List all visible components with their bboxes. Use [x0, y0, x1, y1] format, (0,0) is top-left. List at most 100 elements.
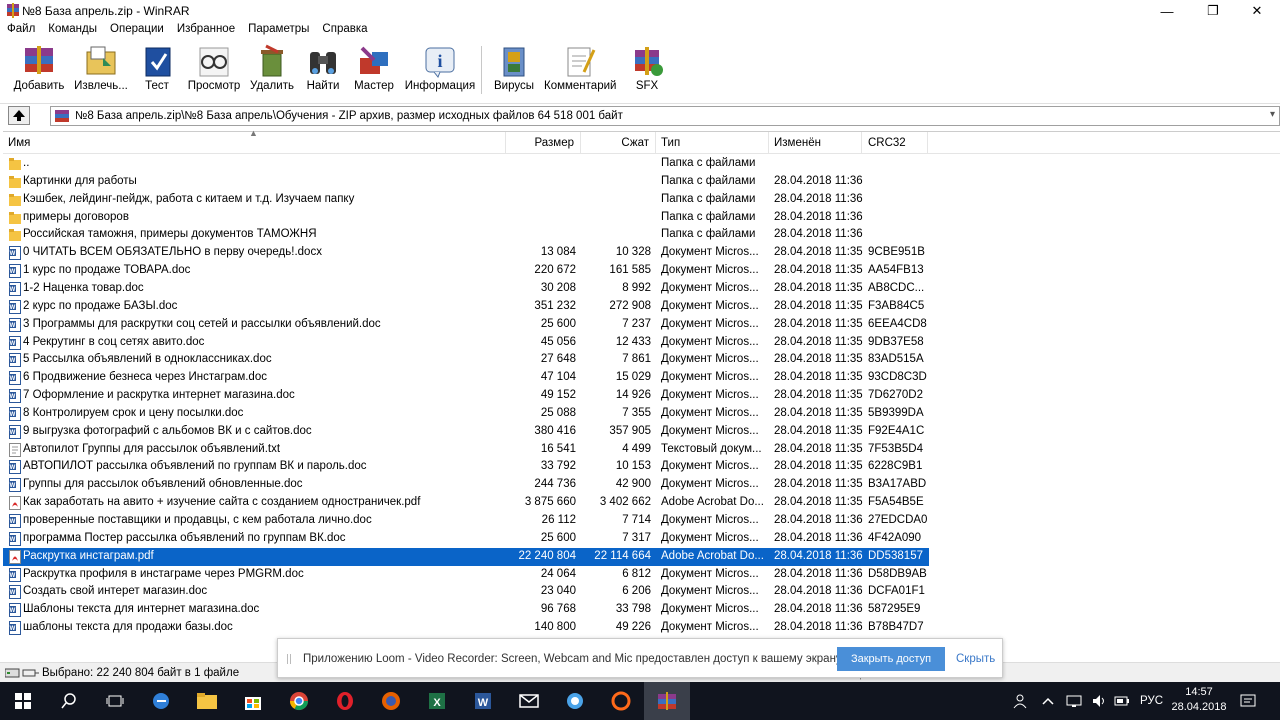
task-view-button[interactable]: [92, 682, 138, 720]
word-doc-icon: W: [9, 567, 21, 582]
table-row[interactable]: W 8 Контролируем срок и цену посылки.doc 2…: [3, 405, 929, 423]
up-folder-button[interactable]: [8, 106, 30, 125]
tray-notifications[interactable]: [1240, 682, 1262, 720]
table-row[interactable]: Wпрограмма Постер рассылка объявлений по…: [3, 530, 929, 548]
table-row[interactable]: Как заработать на авито + изучение сайта…: [3, 494, 929, 512]
table-row[interactable]: W 1 курс по продаже ТОВАРА.doc 220 672 161 …: [3, 262, 929, 280]
taskbar-edge[interactable]: [138, 682, 184, 720]
file-name: 4 Рекрутинг в соц сетях авито.doc: [23, 335, 205, 348]
table-row[interactable]: .. Папка с файлами: [3, 155, 929, 173]
column-size[interactable]: Размер: [506, 132, 581, 154]
menu-options[interactable]: Параметры: [241, 22, 315, 35]
table-row[interactable]: W 2 курс по продаже БАЗЫ.doc 351 232 272 90…: [3, 298, 929, 316]
table-row[interactable]: W Создать свой интерет магазин.doc 23 040 6…: [3, 583, 929, 601]
table-row[interactable]: W АВТОПИЛОТ рассылка объявлений по группа…: [3, 458, 929, 476]
table-row-selected[interactable]: Раскрутка инстаграм.pdf 22 240 804 22 114 …: [3, 547, 929, 566]
add-button[interactable]: Добавить: [12, 44, 66, 98]
list-header: Имя Размер Сжат Тип Изменён CRC32 ▲: [3, 128, 1280, 154]
menu-operations[interactable]: Операции: [103, 22, 170, 35]
stop-sharing-button[interactable]: Закрыть доступ: [837, 647, 945, 671]
file-list[interactable]: Имя Размер Сжат Тип Изменён CRC32 ▲ .. Па…: [3, 128, 1280, 659]
start-button[interactable]: [0, 682, 46, 720]
info-button[interactable]: i Информация: [404, 44, 476, 98]
extract-button[interactable]: Извлечь...: [72, 44, 130, 98]
file-size: 49 152: [540, 389, 576, 402]
tray-battery[interactable]: [1114, 682, 1136, 720]
word-doc-icon: W: [9, 264, 21, 279]
test-button[interactable]: Тест: [138, 44, 176, 98]
taskbar-app-blue[interactable]: [552, 682, 598, 720]
virus-scan-button[interactable]: Вирусы: [492, 44, 536, 98]
taskbar-opera[interactable]: [322, 682, 368, 720]
table-row[interactable]: W Раскрутка профиля в инстаграме через PM…: [3, 566, 929, 584]
menu-favorites[interactable]: Избранное: [170, 22, 241, 35]
taskbar-app-orange[interactable]: [598, 682, 644, 720]
search-button[interactable]: [46, 682, 92, 720]
table-row[interactable]: W 6 Продвижение безнеса через Инстаграм.d…: [3, 369, 929, 387]
file-size: 27 648: [540, 353, 576, 366]
table-row[interactable]: Автопилот Группы для рассылок объявлений…: [3, 441, 929, 459]
tray-language[interactable]: РУС: [1140, 682, 1166, 720]
table-row[interactable]: Wпроверенные поставщики и продавцы, с ке…: [3, 512, 929, 530]
file-modified: 28.04.2018 11:35: [774, 442, 863, 455]
file-packed-size: 12 433: [615, 335, 651, 348]
taskbar-chrome[interactable]: [276, 682, 322, 720]
menu-commands[interactable]: Команды: [41, 22, 103, 35]
table-row[interactable]: Кэшбек, лейдинг-пейдж, работа с китаем и…: [3, 191, 929, 209]
winrar-app-icon: [7, 3, 19, 18]
wizard-button[interactable]: Мастер: [352, 44, 396, 98]
taskbar-clock[interactable]: 14:57 28.04.2018: [1166, 685, 1232, 715]
column-crc[interactable]: CRC32: [862, 132, 928, 154]
table-row[interactable]: W 1-2 Наценка товар.doc 30 208 8 992 Докумен…: [3, 280, 929, 298]
column-modified[interactable]: Изменён: [769, 132, 862, 154]
find-button[interactable]: Найти: [302, 44, 344, 98]
table-row[interactable]: W 9 выгрузка фотографий с альбомов ВК и с…: [3, 423, 929, 441]
table-row[interactable]: W 7 Оформление и раскрутка интернет магаз…: [3, 387, 929, 405]
menu-help[interactable]: Справка: [315, 22, 373, 35]
minimize-button[interactable]: —: [1144, 0, 1190, 22]
table-row[interactable]: W 5 Рассылка объявлений в одноклассниках.…: [3, 351, 929, 369]
taskbar-firefox[interactable]: [368, 682, 414, 720]
file-crc: 7D6270D2: [868, 389, 923, 402]
chevron-down-icon[interactable]: ▾: [1270, 109, 1275, 120]
maximize-button[interactable]: ❐: [1190, 0, 1236, 22]
taskbar-excel[interactable]: X: [414, 682, 460, 720]
taskbar-winrar[interactable]: [644, 682, 690, 720]
taskbar-word[interactable]: W: [460, 682, 506, 720]
chevron-up-icon: [1042, 697, 1054, 705]
close-button[interactable]: ✕: [1234, 0, 1280, 22]
tray-volume[interactable]: [1092, 682, 1114, 720]
file-type: Документ Micros...: [661, 353, 759, 366]
table-row[interactable]: W Шаблоны текста для интернет магазина.do…: [3, 601, 929, 619]
column-type[interactable]: Тип: [656, 132, 769, 154]
delete-button[interactable]: Удалить: [248, 44, 296, 98]
comment-button[interactable]: Комментарий: [544, 44, 616, 98]
tray-chevron-up[interactable]: [1042, 682, 1062, 720]
column-packed[interactable]: Сжат: [581, 132, 656, 154]
table-row[interactable]: W 3 Программы для раскрутки соц сетей и р…: [3, 316, 929, 334]
sfx-button[interactable]: SFX: [626, 44, 668, 98]
file-name: 1 курс по продаже ТОВАРА.doc: [23, 264, 191, 277]
table-row[interactable]: Российская таможня, примеры документов Т…: [3, 226, 929, 244]
hide-banner-button[interactable]: Скрыть: [956, 653, 995, 665]
table-row[interactable]: Картинки для работы Папка с файлами 28.04.…: [3, 173, 929, 191]
taskbar-explorer[interactable]: [184, 682, 230, 720]
address-path-field[interactable]: №8 База апрель.zip\№8 База апрель\Обучен…: [50, 106, 1280, 126]
taskbar-mail[interactable]: [506, 682, 552, 720]
table-row[interactable]: Wшаблоны текста для продажи базы.doc 140 …: [3, 619, 929, 637]
tray-network[interactable]: [1066, 682, 1088, 720]
folder-icon: [197, 693, 217, 709]
file-crc: AB8CDC...: [868, 281, 925, 294]
drag-handle[interactable]: [287, 654, 291, 664]
table-row[interactable]: W 4 Рекрутинг в соц сетях авито.doc 45 056…: [3, 334, 929, 352]
search-icon: [61, 693, 76, 709]
file-modified: 28.04.2018 11:35: [774, 496, 863, 509]
table-row[interactable]: примеры договоров Папка с файлами 28.04.20…: [3, 209, 929, 227]
table-row[interactable]: W Группы для рассылок объявлений обновлен…: [3, 476, 929, 494]
test-label: Тест: [145, 80, 169, 92]
table-row[interactable]: W 0 ЧИТАТЬ ВСЕМ ОБЯЗАТЕЛЬНО в перву очере…: [3, 244, 929, 262]
view-button[interactable]: Просмотр: [186, 44, 242, 98]
tray-user-icon[interactable]: [1012, 682, 1036, 720]
menu-file[interactable]: Файл: [0, 22, 41, 35]
taskbar-store[interactable]: [230, 682, 276, 720]
